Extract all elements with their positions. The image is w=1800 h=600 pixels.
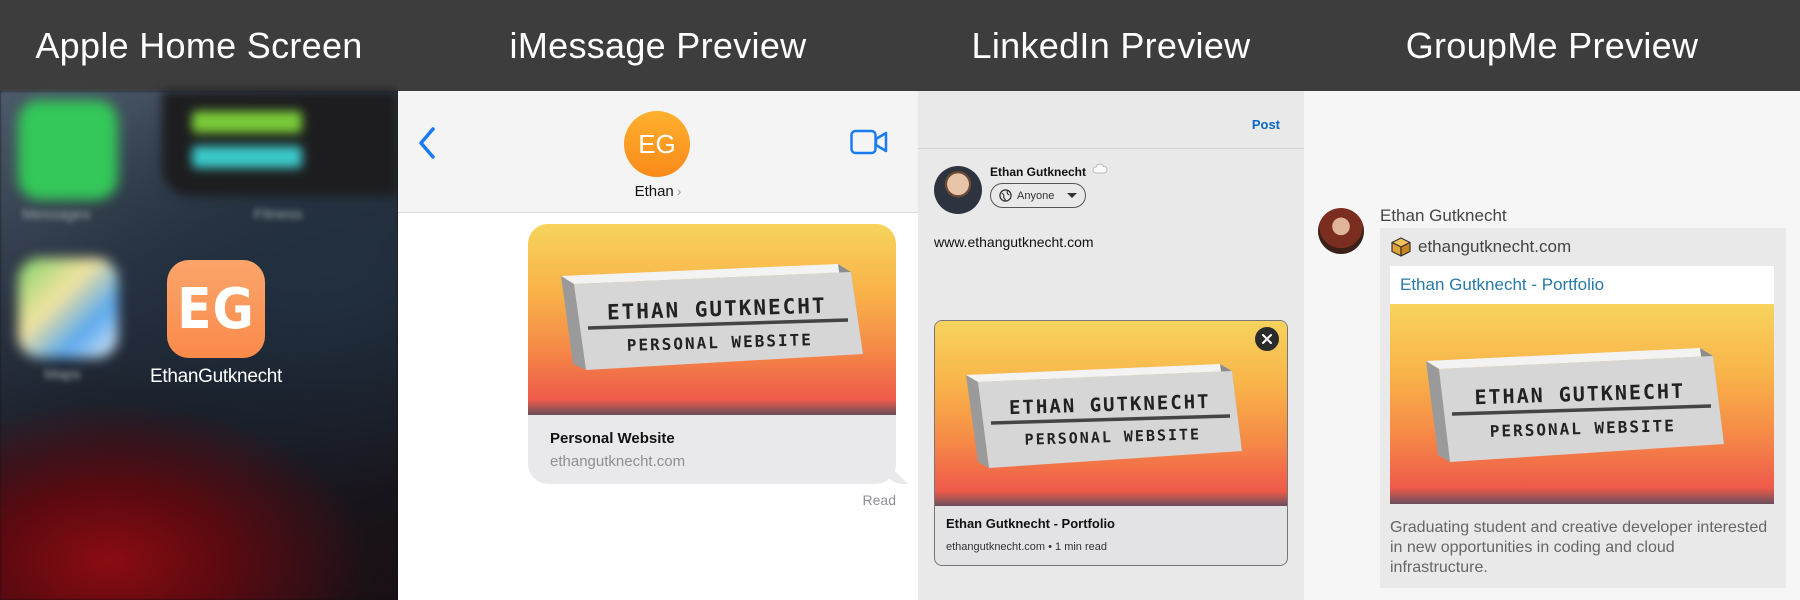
panel-title-groupme: GroupMe Preview xyxy=(1304,0,1800,91)
panel-title-home: Apple Home Screen xyxy=(0,0,398,91)
home-screen-panel: Apple Home Screen Messages Fitness Maps … xyxy=(0,0,398,600)
website-banner-graphic: ETHAN GUTKNECHT PERSONAL WEBSITE xyxy=(1426,348,1724,462)
contact-name[interactable]: Ethan › xyxy=(398,183,918,200)
sender-avatar[interactable] xyxy=(1318,208,1364,254)
imessage-nav-bar: EG Ethan › xyxy=(398,91,918,213)
link-preview-card[interactable]: ethangutknecht.com Ethan Gutknecht - Por… xyxy=(1380,228,1786,588)
card-meta: ethangutknecht.com • 1 min read xyxy=(946,541,1107,553)
linkedin-top-bar: Post xyxy=(918,91,1304,149)
back-chevron-icon[interactable] xyxy=(416,125,438,161)
eg-app-label: EthanGutknecht xyxy=(149,366,283,387)
preview-title: Personal Website xyxy=(550,430,675,447)
link-preview-card[interactable]: ETHAN GUTKNECHT PERSONAL WEBSITE Ethan G… xyxy=(934,320,1288,566)
imessage-panel: iMessage Preview EG Ethan › ETHAN GUTKNEC… xyxy=(398,0,918,600)
preview-url: ethangutknecht.com xyxy=(550,453,686,470)
post-text: www.ethangutknecht.com xyxy=(934,234,1094,250)
link-description: Graduating student and creative develope… xyxy=(1390,519,1768,576)
sender-name: Ethan Gutknecht xyxy=(1380,206,1507,225)
author-avatar[interactable] xyxy=(934,166,982,214)
panel-title-imessage: iMessage Preview xyxy=(398,0,918,91)
post-button[interactable]: Post xyxy=(1252,117,1280,132)
fitness-widget[interactable] xyxy=(162,91,398,196)
preview-image: ETHAN GUTKNECHT PERSONAL WEBSITE xyxy=(1390,304,1774,504)
link-title-bar[interactable]: Ethan Gutknecht - Portfolio xyxy=(1390,266,1774,304)
maps-app-label: Maps xyxy=(44,366,81,383)
messages-app-label: Messages xyxy=(22,206,91,223)
website-banner-graphic: ETHAN GUTKNECHT PERSONAL WEBSITE xyxy=(966,364,1242,468)
linkedin-panel: LinkedIn Preview Post Ethan Gutknecht An… xyxy=(918,0,1304,600)
card-title: Ethan Gutknecht - Portfolio xyxy=(946,516,1115,531)
close-icon[interactable] xyxy=(1255,327,1279,351)
preview-image: ETHAN GUTKNECHT PERSONAL WEBSITE xyxy=(935,321,1287,506)
link-title: Ethan Gutknecht - Portfolio xyxy=(1400,275,1605,294)
groupme-panel: GroupMe Preview Ethan Gutknecht ethangut… xyxy=(1304,0,1800,600)
link-preview-bubble[interactable]: ETHAN GUTKNECHT PERSONAL WEBSITE Persona… xyxy=(528,224,896,484)
author-name: Ethan Gutknecht xyxy=(990,165,1087,179)
box-icon xyxy=(1391,237,1411,257)
messages-app-icon[interactable] xyxy=(18,100,118,200)
maps-app-icon[interactable] xyxy=(18,258,118,358)
eg-app-icon[interactable]: EG xyxy=(167,260,265,358)
contact-avatar[interactable]: EG xyxy=(624,111,690,177)
visibility-dropdown[interactable]: Anyone xyxy=(990,183,1086,208)
video-call-icon[interactable] xyxy=(850,129,888,155)
read-receipt: Read xyxy=(862,492,896,508)
site-domain: ethangutknecht.com xyxy=(1418,237,1572,256)
preview-caption: Personal Website ethangutknecht.com xyxy=(550,430,685,470)
caret-down-icon xyxy=(1067,193,1077,198)
globe-icon xyxy=(999,189,1012,202)
contact-chevron-icon: › xyxy=(676,183,682,199)
contact-name-text: Ethan xyxy=(634,183,674,200)
website-banner-graphic: ETHAN GUTKNECHT PERSONAL WEBSITE xyxy=(561,264,863,370)
cloud-icon xyxy=(1092,163,1108,174)
preview-image: ETHAN GUTKNECHT PERSONAL WEBSITE xyxy=(528,224,896,415)
site-row: ethangutknecht.com xyxy=(1390,236,1571,258)
visibility-label: Anyone xyxy=(1017,189,1055,202)
panel-title-linkedin: LinkedIn Preview xyxy=(918,0,1304,91)
fitness-app-label: Fitness xyxy=(254,206,303,223)
card-caption: Ethan Gutknecht - Portfolio ethangutknec… xyxy=(946,516,1115,553)
